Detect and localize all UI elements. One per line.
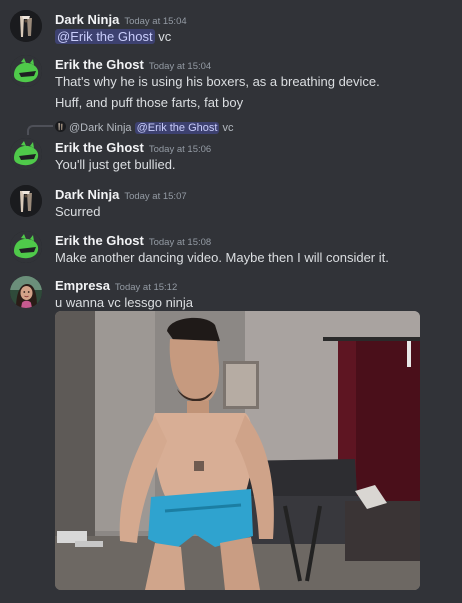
message-header: Empresa Today at 15:12 [55,277,177,295]
timestamp: Today at 15:04 [148,61,212,72]
reply-author[interactable]: @Dark Ninja [69,122,132,134]
reply-connector [27,125,53,135]
green-blob-avatar-icon[interactable] [10,231,42,263]
author-name[interactable]: Dark Ninja [55,187,119,202]
message-text: vc [154,29,172,44]
message-header: Erik the Ghost Today at 15:04 [55,56,211,74]
author-name[interactable]: Empresa [55,278,110,293]
green-blob-avatar-icon[interactable] [10,55,42,87]
empresa-avatar-icon[interactable] [10,276,42,308]
message-text: Huff, and puff those farts, fat boy [55,95,244,110]
reply-text: vc [219,122,234,134]
message-text: You'll just get bullied. [55,157,176,172]
timestamp: Today at 15:04 [124,16,187,27]
message-text: That's why he is using his boxers, as a … [55,74,380,89]
timestamp: Today at 15:07 [124,191,187,202]
ninja-avatar-icon[interactable] [10,185,42,217]
reply-preview[interactable]: @Dark Ninja @Erik the Ghost vc [55,121,234,134]
gif-image [55,311,420,590]
ninja-avatar-icon[interactable] [10,10,42,42]
author-name[interactable]: Erik the Ghost [55,233,144,248]
message-text: Scurred [55,204,101,219]
timestamp: Today at 15:08 [148,237,212,248]
author-name[interactable]: Erik the Ghost [55,57,144,72]
author-name[interactable]: Dark Ninja [55,12,119,27]
message-header: Dark Ninja Today at 15:04 [55,11,187,29]
timestamp: Today at 15:06 [148,144,212,155]
message-header: Erik the Ghost Today at 15:06 [55,139,211,157]
timestamp: Today at 15:12 [114,282,178,293]
author-name[interactable]: Erik the Ghost [55,140,144,155]
user-mention[interactable]: @Erik the Ghost [55,29,155,44]
message-text: Make another dancing video. Maybe then I… [55,250,389,265]
gif-attachment[interactable] [55,311,420,590]
message-text: u wanna vc lessgo ninja [55,295,194,310]
message-header: Dark Ninja Today at 15:07 [55,186,187,204]
ninja-avatar-icon [55,121,66,132]
message-content: @Erik the Ghost vc [55,29,171,44]
user-mention[interactable]: @Erik the Ghost [134,122,220,134]
chat-panel: Dark Ninja Today at 15:04 @Erik the Ghost… [0,0,462,603]
message-header: Erik the Ghost Today at 15:08 [55,232,211,250]
green-blob-avatar-icon[interactable] [10,138,42,170]
